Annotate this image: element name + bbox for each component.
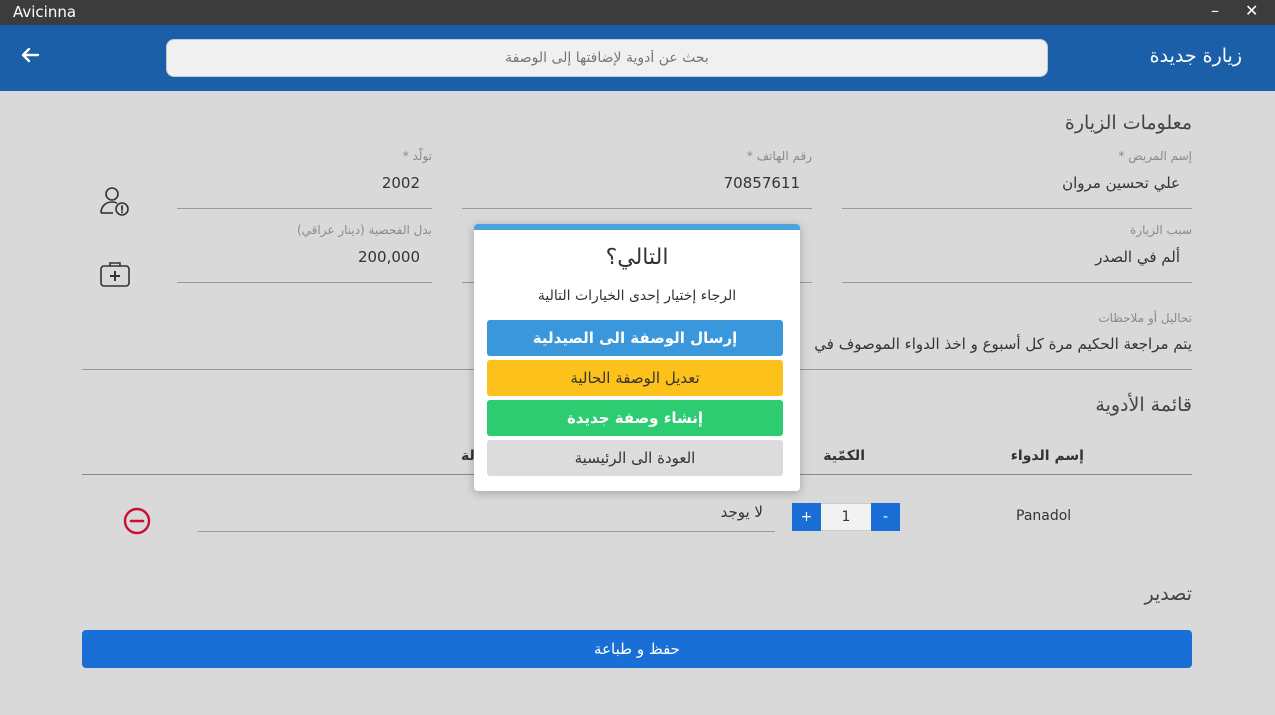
phone-label: رقم الهاتف * bbox=[746, 149, 812, 163]
window-titlebar: Avicinna – ✕ bbox=[0, 0, 1275, 25]
dialog-title: التالي؟ bbox=[605, 245, 669, 270]
export-title: تصدير bbox=[1144, 583, 1192, 605]
quantity-value[interactable]: 1 bbox=[821, 503, 871, 531]
patient-info-icon bbox=[98, 185, 132, 219]
visit-reason-field[interactable]: سبب الزيارة ألم في الصدر bbox=[842, 223, 1192, 283]
page-title: زيارة جديدة bbox=[1149, 45, 1242, 67]
fee-value: 200,000 bbox=[357, 248, 420, 266]
save-print-button[interactable]: حفظ و طباعة bbox=[82, 630, 1192, 668]
medical-kit-icon bbox=[98, 258, 132, 292]
patient-name-label: إسم المريض * bbox=[1118, 149, 1192, 163]
birth-year-value: 2002 bbox=[381, 174, 420, 192]
quantity-decrement-button[interactable]: - bbox=[871, 503, 900, 531]
arrow-left-icon[interactable] bbox=[18, 43, 42, 67]
fee-label: بدل الفحصية (دينار عراقي) bbox=[296, 223, 432, 237]
birth-year-label: تولّد * bbox=[402, 149, 432, 163]
app-header: زيارة جديدة bbox=[0, 25, 1275, 91]
visit-info-title: معلومات الزيارة bbox=[1064, 112, 1192, 134]
phone-value: 70857611 bbox=[723, 174, 800, 192]
new-prescription-button[interactable]: إنشاء وصفة جديدة bbox=[487, 400, 783, 436]
quantity-increment-button[interactable]: + bbox=[792, 503, 821, 531]
medicines-title: قائمة الأدوية bbox=[1095, 394, 1192, 416]
dialog-subtitle: الرجاء إختيار إحدى الخيارات التالية bbox=[537, 288, 737, 304]
medicine-name-cell: Panadol bbox=[1016, 508, 1072, 524]
phone-field[interactable]: رقم الهاتف * 70857611 bbox=[462, 149, 812, 209]
fee-field[interactable]: بدل الفحصية (دينار عراقي) 200,000 bbox=[177, 223, 432, 283]
notes-value: يتم مراجعة الحكيم مرة كل أسبوع و اخذ الد… bbox=[814, 335, 1192, 353]
close-button[interactable]: ✕ bbox=[1245, 1, 1258, 21]
notes-label: تحاليل أو ملاحظات bbox=[1098, 311, 1192, 325]
birth-year-field[interactable]: تولّد * 2002 bbox=[177, 149, 432, 209]
next-action-dialog: التالي؟ الرجاء إختيار إحدى الخيارات التا… bbox=[474, 224, 800, 491]
medicine-note-field[interactable]: لا يوجد bbox=[198, 501, 775, 532]
medicine-search-input[interactable] bbox=[166, 39, 1048, 77]
col-notes: لة bbox=[461, 448, 475, 464]
send-to-pharmacy-button[interactable]: إرسال الوصفة الى الصيدلية bbox=[487, 320, 783, 356]
back-home-button[interactable]: العودة الى الرئيسية bbox=[487, 440, 783, 476]
col-medicine-name: إسم الدواء bbox=[1010, 448, 1084, 464]
edit-prescription-button[interactable]: تعديل الوصفة الحالية bbox=[487, 360, 783, 396]
minimize-button[interactable]: – bbox=[1211, 1, 1219, 21]
visit-reason-value: ألم في الصدر bbox=[1095, 248, 1180, 266]
patient-name-field[interactable]: إسم المريض * علي تحسين مروان bbox=[842, 149, 1192, 209]
visit-reason-label: سبب الزيارة bbox=[1130, 223, 1192, 237]
remove-medicine-icon[interactable] bbox=[122, 506, 152, 536]
window-title: Avicinna bbox=[13, 3, 77, 21]
col-quantity: الكمّية bbox=[823, 448, 865, 464]
patient-name-value: علي تحسين مروان bbox=[1062, 174, 1180, 192]
medicine-note-value: لا يوجد bbox=[720, 503, 763, 521]
